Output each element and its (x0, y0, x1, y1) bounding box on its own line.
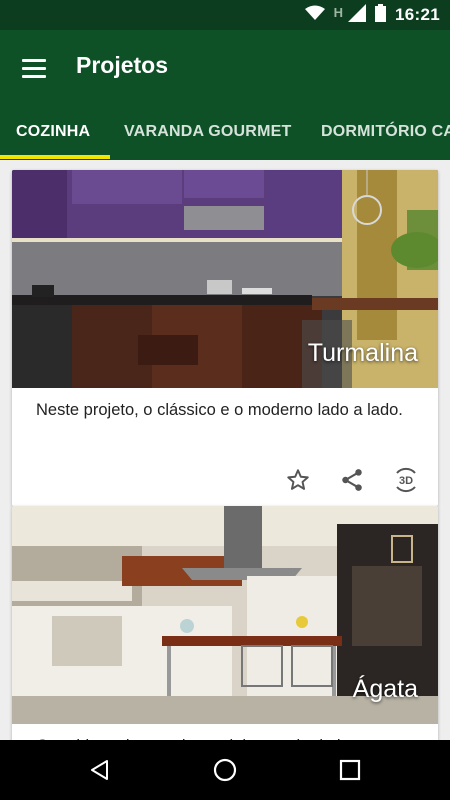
navigation-bar (0, 740, 450, 800)
project-card[interactable]: Ágata O ambiente integrado, cozinha e sa… (12, 506, 438, 740)
tab-bar: COZINHA VARANDA GOURMET DORMITÓRIO CASAL (0, 104, 450, 160)
tab-dormitorio-casal[interactable]: DORMITÓRIO CASAL (321, 104, 450, 160)
tab-indicator (0, 155, 110, 159)
back-icon[interactable] (80, 750, 120, 790)
share-icon (342, 469, 362, 491)
svg-text:3D: 3D (399, 475, 413, 487)
home-icon[interactable] (205, 750, 245, 790)
network-type-label: H (333, 4, 344, 20)
star-outline-icon (287, 469, 309, 490)
tab-cozinha[interactable]: COZINHA (16, 104, 90, 160)
view-3d-button[interactable]: 3D (382, 460, 430, 500)
share-button[interactable] (328, 460, 376, 500)
project-description: O ambiente integrado, cozinha e sala de … (12, 724, 438, 740)
page-title: Projetos (76, 52, 169, 78)
3d-rotation-icon: 3D (396, 467, 416, 493)
wifi-icon (304, 5, 325, 26)
project-image[interactable]: Ágata (12, 506, 438, 724)
menu-icon[interactable] (16, 50, 52, 86)
signal-icon (348, 3, 367, 27)
tab-varanda-gourmet[interactable]: VARANDA GOURMET (124, 104, 291, 160)
project-description: Neste projeto, o clássico e o moderno la… (36, 401, 403, 419)
project-list[interactable]: Turmalina Neste projeto, o clássico e o … (0, 160, 450, 740)
card-actions: 3D (274, 460, 430, 500)
status-time: 16:21 (395, 5, 440, 24)
project-card[interactable]: Turmalina Neste projeto, o clássico e o … (12, 170, 438, 506)
project-image[interactable]: Turmalina (12, 170, 438, 388)
app-bar: Projetos (0, 30, 450, 104)
project-name: Turmalina (307, 339, 418, 367)
battery-icon (375, 3, 387, 27)
recents-icon[interactable] (330, 750, 370, 790)
project-name: Ágata (352, 675, 418, 703)
status-bar: H 16:21 (0, 0, 450, 30)
favorite-button[interactable] (274, 460, 322, 500)
